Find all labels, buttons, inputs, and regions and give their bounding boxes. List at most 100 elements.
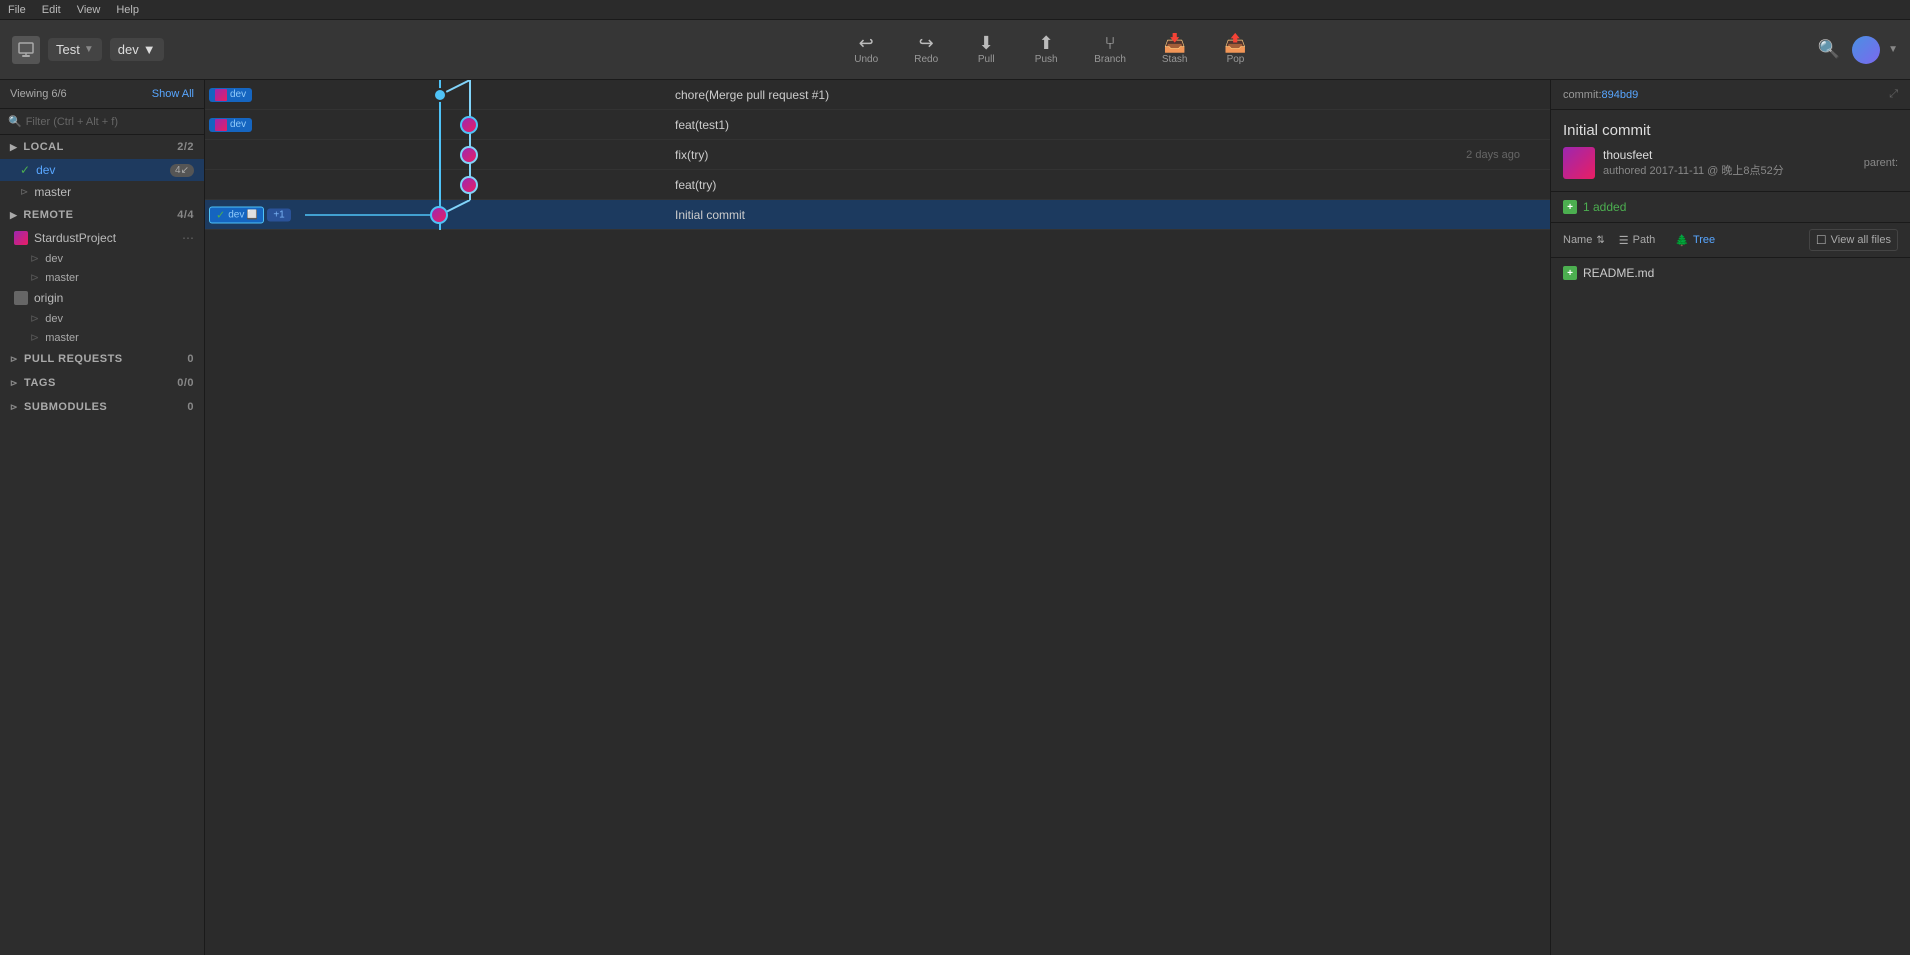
commit-hash: 894bd9 <box>1602 89 1639 101</box>
local-section-header[interactable]: ▶ LOCAL 2/2 <box>0 135 204 159</box>
commit-row-5[interactable]: ✓ dev ⬜ +1 Initial commit <box>205 200 1550 230</box>
pop-icon: 📤 <box>1224 34 1246 52</box>
plus-one-tag: +1 <box>267 208 290 221</box>
submodules-count: 0 <box>187 401 194 413</box>
commit-row-1[interactable]: dev chore(Merge pull request #1) <box>205 80 1550 110</box>
tags-header[interactable]: ⊳ TAGS 0/0 <box>0 371 204 395</box>
file-item-readme[interactable]: + README.md <box>1551 262 1910 284</box>
toolbar-center: ↩ Undo ↪ Redo ⬇ Pull ⬆ Push ⑂ Branch 📥 S… <box>300 28 1802 71</box>
menu-edit[interactable]: Edit <box>42 4 61 16</box>
undo-button[interactable]: ↩ Undo <box>838 28 894 71</box>
file-status-added-icon: + <box>1563 266 1577 280</box>
filter-icon: 🔍 <box>8 115 22 128</box>
remote-stardust-master[interactable]: ⊳ master <box>0 268 204 287</box>
graph-svg-2 <box>205 110 665 140</box>
remote-stardust-dev-label: dev <box>45 253 63 265</box>
remote-origin-master[interactable]: ⊳ master <box>0 328 204 347</box>
remote-section-label: REMOTE <box>23 209 73 221</box>
added-icon: + <box>1563 200 1577 214</box>
local-branch-master[interactable]: ⊳ master <box>0 181 204 203</box>
remote-count: 4/4 <box>177 209 194 221</box>
path-view-btn[interactable]: ☰ Path <box>1613 231 1662 250</box>
pr-expand-icon: ⊳ <box>10 354 18 365</box>
local-branch-dev[interactable]: ✓ dev 4↙ <box>0 159 204 181</box>
path-icon: ☰ <box>1619 234 1629 247</box>
toolbar: Test ▼ dev ▼ ↩ Undo ↪ Redo ⬇ Pull ⬆ Push… <box>0 20 1910 80</box>
user-avatar[interactable] <box>1852 36 1880 64</box>
push-button[interactable]: ⬆ Push <box>1018 28 1074 71</box>
pull-requests-header[interactable]: ⊳ PULL REQUESTS 0 <box>0 347 204 371</box>
filter-area: 🔍 <box>0 109 204 135</box>
author-info: thousfeet authored 2017-11-11 @ 晚上8点52分 <box>1603 148 1856 178</box>
submodules-label: SUBMODULES <box>24 401 107 413</box>
tree-view-btn[interactable]: 🌲 Tree <box>1669 231 1721 250</box>
files-added-count: 1 added <box>1583 200 1626 214</box>
commit-message-5: Initial commit <box>675 208 1540 222</box>
view-all-files-btn[interactable]: ☐ View all files <box>1809 229 1898 251</box>
file-list: + README.md <box>1551 258 1910 955</box>
undo-icon: ↩ <box>859 34 874 52</box>
author-avatar <box>1563 147 1595 179</box>
sort-icon: ⇅ <box>1596 235 1604 246</box>
commit-message-1: chore(Merge pull request #1) <box>675 88 1540 102</box>
remote-group-stardust[interactable]: StardustProject ⋯ <box>0 227 204 249</box>
sidebar: Viewing 6/6 Show All 🔍 ▶ LOCAL 2/2 ✓ dev… <box>0 80 205 955</box>
pull-requests-label: PULL REQUESTS <box>24 353 123 365</box>
redo-button[interactable]: ↪ Redo <box>898 28 954 71</box>
commit-info-3: fix(try) 2 days ago <box>665 148 1550 162</box>
local-expand-icon: ▶ <box>10 142 17 153</box>
menu-file[interactable]: File <box>8 4 26 16</box>
parent-label: parent: <box>1864 157 1898 169</box>
commit-time-3: 2 days ago <box>1466 149 1540 161</box>
branch-btn[interactable]: dev ▼ <box>110 38 164 61</box>
expand-icon[interactable]: ⤢ <box>1889 88 1898 101</box>
pop-button[interactable]: 📤 Pop <box>1207 28 1263 71</box>
remote-stardust-icon <box>14 231 28 245</box>
local-branch-master-label: master <box>34 185 71 199</box>
local-branch-dev-label: dev <box>36 163 55 177</box>
view-controls: Name ⇅ ☰ Path 🌲 Tree ☐ View all files <box>1551 223 1910 258</box>
remote-origin-dev-icon: ⊳ <box>30 312 39 325</box>
name-sort-btn[interactable]: Name ⇅ <box>1563 234 1605 246</box>
repo-name-btn[interactable]: Test ▼ <box>48 38 102 61</box>
commit-info-1: chore(Merge pull request #1) <box>665 88 1550 102</box>
remote-origin-master-icon: ⊳ <box>30 331 39 344</box>
files-added: + 1 added <box>1563 200 1898 214</box>
view-all-label: View all files <box>1831 234 1891 246</box>
search-button[interactable]: 🔍 <box>1814 35 1844 64</box>
commit-avatar-4 <box>460 176 478 194</box>
viewing-label: Viewing 6/6 <box>10 88 67 100</box>
filter-input[interactable] <box>26 116 196 128</box>
local-section-label: LOCAL <box>23 141 63 153</box>
remote-section-header[interactable]: ▶ REMOTE 4/4 <box>0 203 204 227</box>
avatar-dropdown[interactable]: ▼ <box>1888 44 1898 55</box>
author-row: thousfeet authored 2017-11-11 @ 晚上8点52分 … <box>1563 147 1898 179</box>
commit-title-text: Initial commit <box>1563 122 1898 139</box>
commit-row-4[interactable]: feat(try) <box>205 170 1550 200</box>
remote-stardust-dev[interactable]: ⊳ dev <box>0 249 204 268</box>
menu-view[interactable]: View <box>77 4 101 16</box>
local-count: 2/2 <box>177 141 194 153</box>
menu-help[interactable]: Help <box>116 4 139 16</box>
commit-row-3[interactable]: fix(try) 2 days ago <box>205 140 1550 170</box>
stash-button[interactable]: 📥 Stash <box>1146 28 1204 71</box>
show-all-btn[interactable]: Show All <box>152 88 194 100</box>
remote-origin-dev[interactable]: ⊳ dev <box>0 309 204 328</box>
commit-row-2[interactable]: dev feat(test1) <box>205 110 1550 140</box>
local-branch-dev-badge: 4↙ <box>170 164 194 177</box>
remote-group-origin[interactable]: origin <box>0 287 204 309</box>
tags-count: 0/0 <box>177 377 194 389</box>
right-panel-header: commit: 894bd9 ⤢ <box>1551 80 1910 110</box>
pull-button[interactable]: ⬇ Pull <box>958 28 1014 71</box>
commit-title-section: Initial commit thousfeet authored 2017-1… <box>1551 110 1910 192</box>
tags-label: TAGS <box>24 377 56 389</box>
commit-message-2: feat(test1) <box>675 118 1540 132</box>
remote-origin-label: origin <box>34 291 63 305</box>
graph-svg-4 <box>205 170 665 200</box>
remote-stardust-more-icon[interactable]: ⋯ <box>182 231 194 245</box>
branch-button[interactable]: ⑂ Branch <box>1078 28 1142 71</box>
toolbar-right: 🔍 ▼ <box>1802 35 1910 64</box>
tree-label: Tree <box>1693 234 1715 246</box>
submodules-header[interactable]: ⊳ SUBMODULES 0 <box>0 395 204 419</box>
app-icon <box>12 36 40 64</box>
